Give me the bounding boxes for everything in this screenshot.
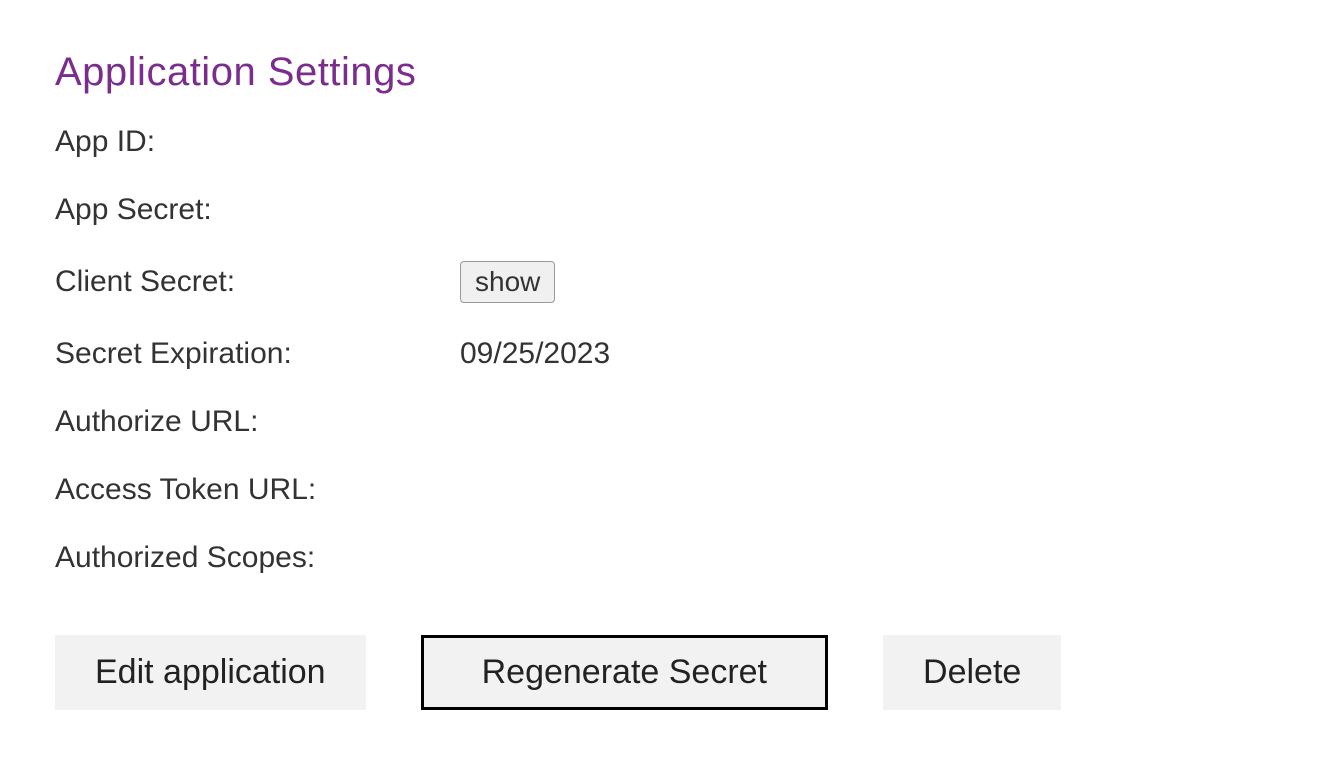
app-secret-label: App Secret: xyxy=(55,193,460,227)
field-app-id: App ID: xyxy=(55,125,1285,159)
access-token-url-label: Access Token URL: xyxy=(55,473,460,507)
field-app-secret: App Secret: xyxy=(55,193,1285,227)
field-authorized-scopes: Authorized Scopes: xyxy=(55,541,1285,575)
field-secret-expiration: Secret Expiration: 09/25/2023 xyxy=(55,337,1285,371)
app-id-label: App ID: xyxy=(55,125,460,159)
field-client-secret: Client Secret: show xyxy=(55,261,1285,303)
page-title: Application Settings xyxy=(55,50,1285,95)
action-bar: Edit application Regenerate Secret Delet… xyxy=(55,635,1285,710)
delete-button[interactable]: Delete xyxy=(883,635,1061,710)
authorized-scopes-label: Authorized Scopes: xyxy=(55,541,460,575)
secret-expiration-value: 09/25/2023 xyxy=(460,337,610,371)
edit-application-button[interactable]: Edit application xyxy=(55,635,366,710)
client-secret-label: Client Secret: xyxy=(55,265,460,299)
authorize-url-label: Authorize URL: xyxy=(55,405,460,439)
field-access-token-url: Access Token URL: xyxy=(55,473,1285,507)
show-client-secret-button[interactable]: show xyxy=(460,261,555,303)
field-authorize-url: Authorize URL: xyxy=(55,405,1285,439)
secret-expiration-label: Secret Expiration: xyxy=(55,337,460,371)
settings-container: Application Settings App ID: App Secret:… xyxy=(0,0,1340,760)
regenerate-secret-button[interactable]: Regenerate Secret xyxy=(421,635,828,710)
